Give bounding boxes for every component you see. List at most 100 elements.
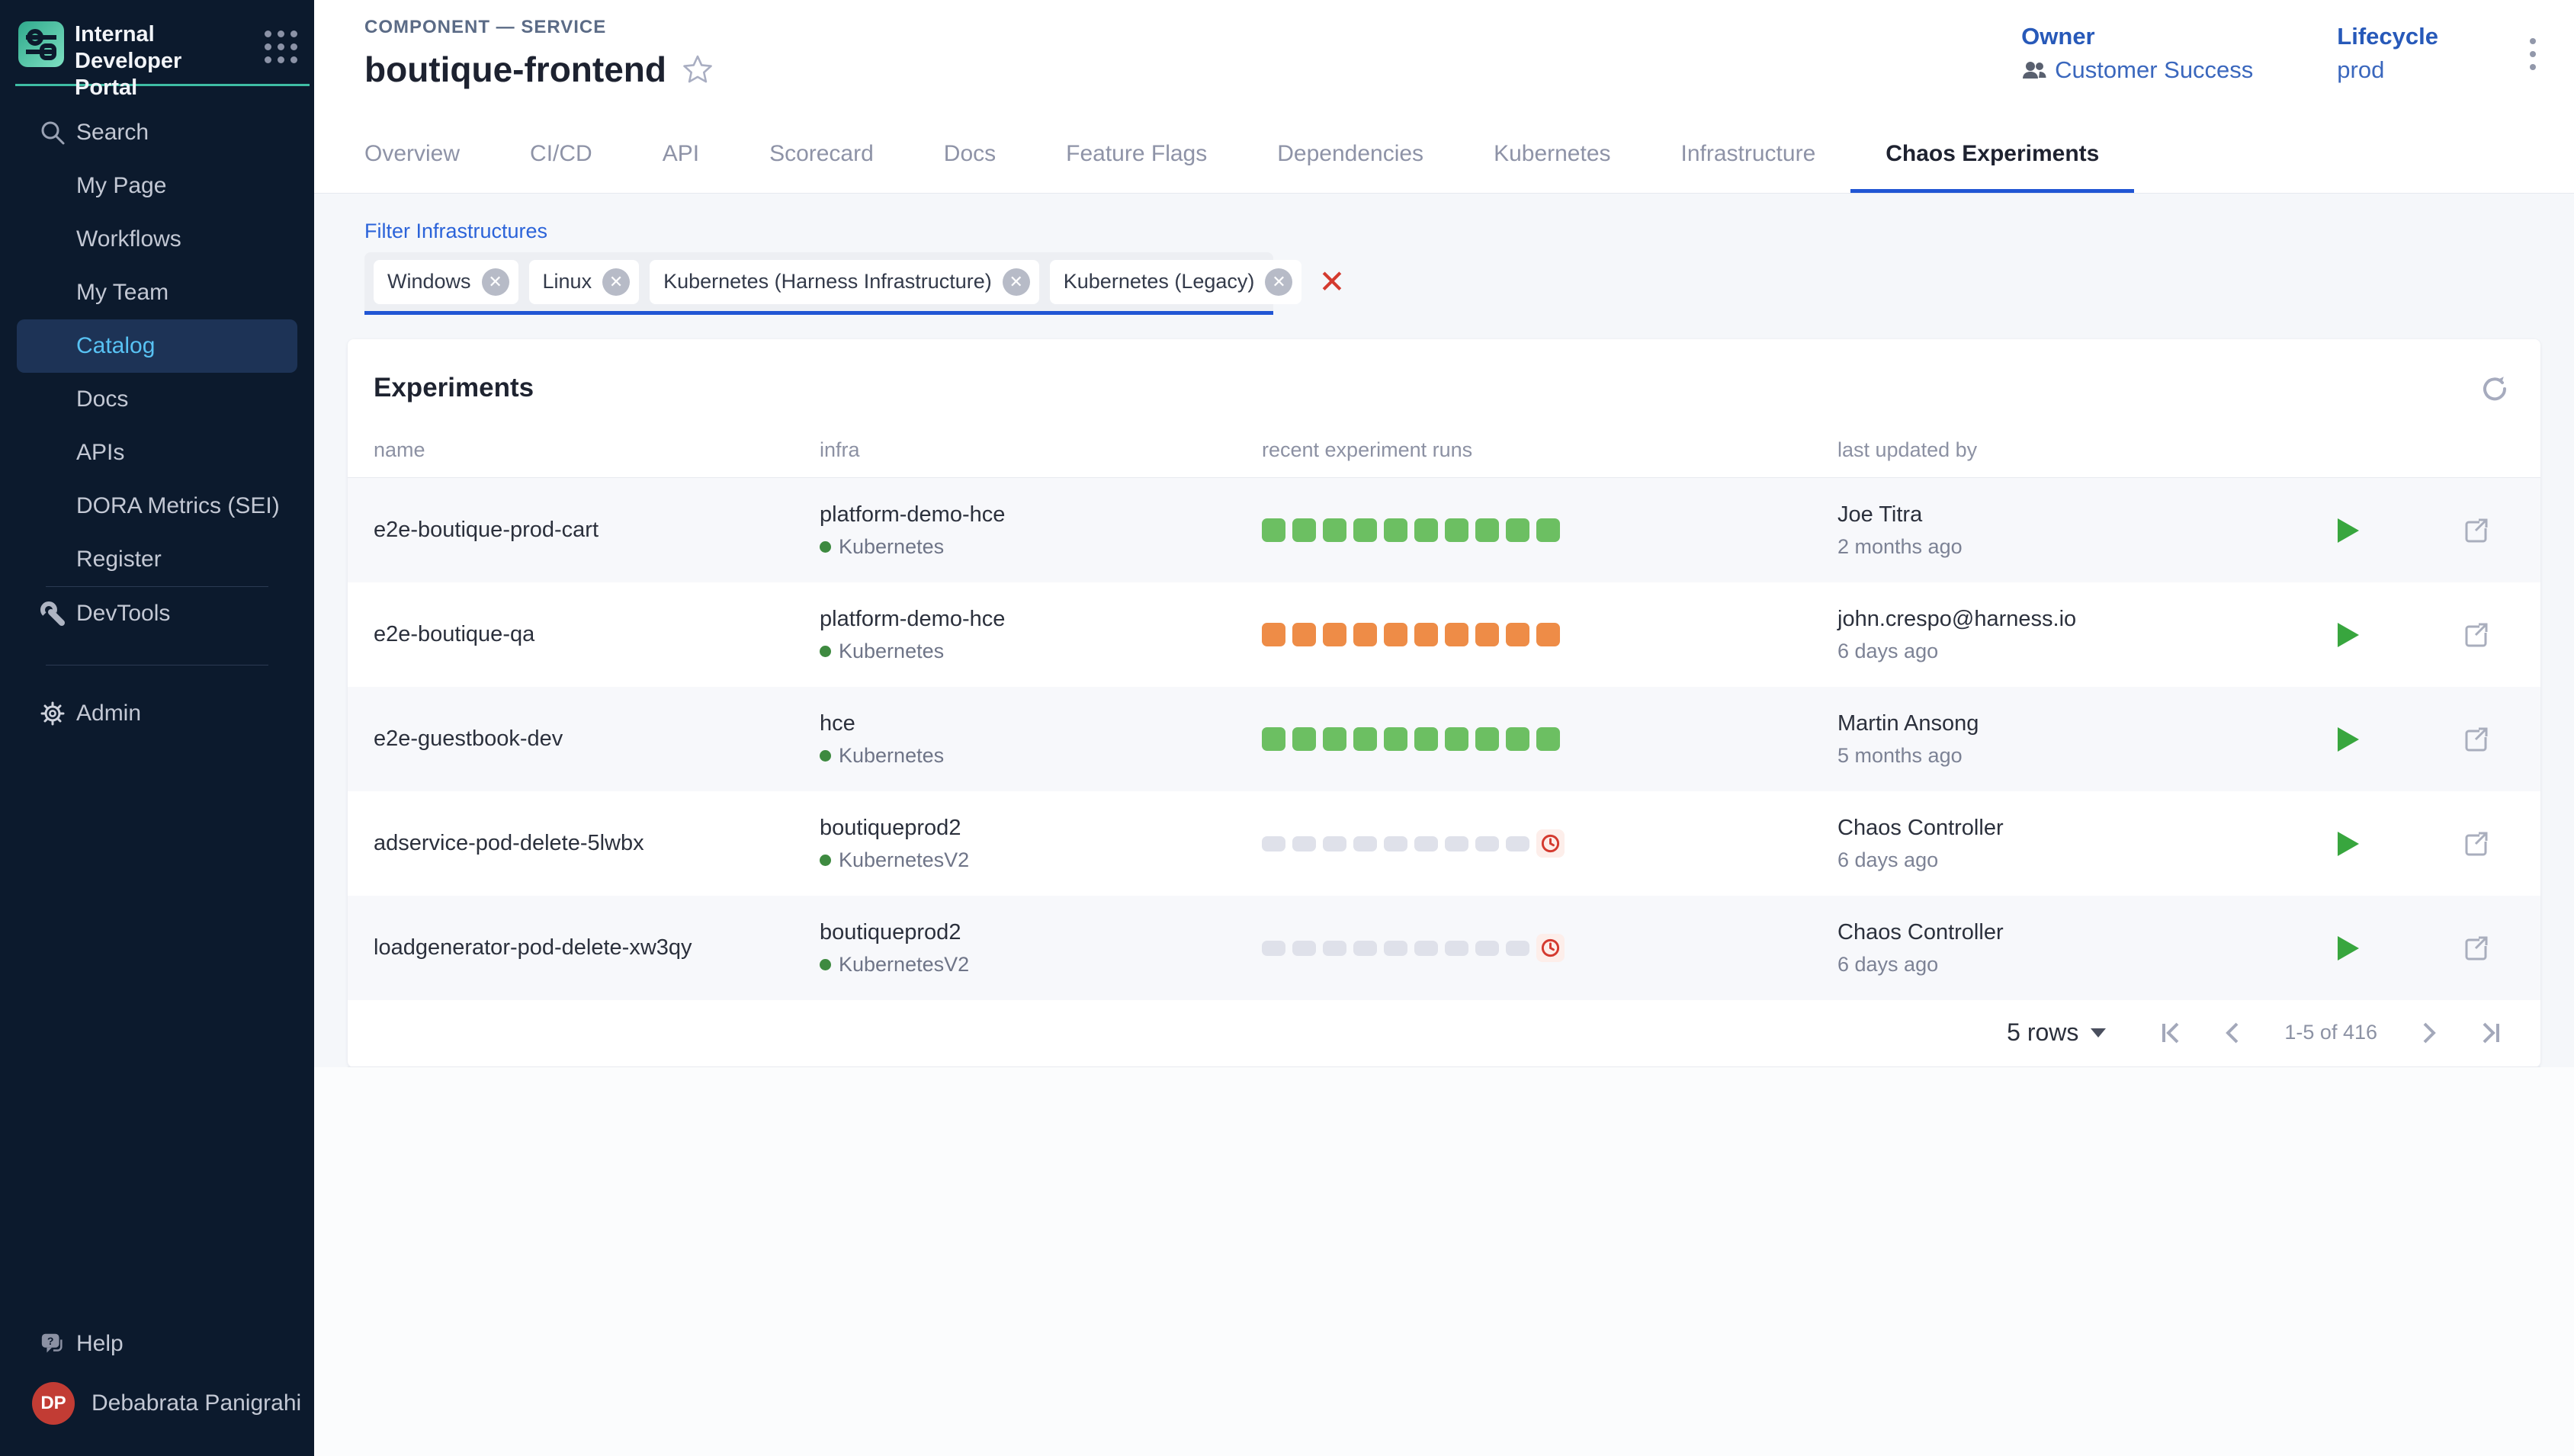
- chip-remove-icon[interactable]: ✕: [1265, 268, 1292, 296]
- sidebar-item-admin[interactable]: Admin: [0, 687, 314, 740]
- filter-chip[interactable]: Linux ✕: [529, 260, 640, 304]
- run-status-square[interactable]: [1475, 623, 1499, 646]
- run-status-square[interactable]: [1292, 727, 1316, 751]
- run-status-square[interactable]: [1292, 836, 1316, 851]
- table-row[interactable]: adservice-pod-delete-5lwbx boutiqueprod2…: [348, 791, 2540, 896]
- run-status-square[interactable]: [1262, 836, 1285, 851]
- table-row[interactable]: e2e-boutique-prod-cart platform-demo-hce…: [348, 478, 2540, 582]
- sidebar-item-catalog[interactable]: Catalog: [17, 319, 297, 373]
- run-status-square[interactable]: [1292, 518, 1316, 542]
- sidebar-item-register[interactable]: Register: [0, 533, 314, 586]
- run-status-square[interactable]: [1353, 941, 1377, 956]
- table-row[interactable]: loadgenerator-pod-delete-xw3qy boutiquep…: [348, 896, 2540, 1000]
- user-menu[interactable]: DP Debabrata Panigrahi: [0, 1371, 314, 1436]
- open-in-new-icon[interactable]: [2461, 829, 2490, 858]
- tab-docs[interactable]: Docs: [909, 114, 1031, 193]
- filter-chip[interactable]: Kubernetes (Harness Infrastructure) ✕: [650, 260, 1039, 304]
- run-status-square[interactable]: [1506, 623, 1529, 646]
- run-status-square[interactable]: [1475, 727, 1499, 751]
- run-status-square[interactable]: [1414, 836, 1438, 851]
- table-row[interactable]: e2e-boutique-qa platform-demo-hce Kubern…: [348, 582, 2540, 687]
- run-status-square[interactable]: [1323, 836, 1346, 851]
- run-status-square[interactable]: [1445, 727, 1468, 751]
- filter-infrastructures-label[interactable]: Filter Infrastructures: [364, 220, 2574, 243]
- next-page-button[interactable]: [2415, 1019, 2443, 1047]
- run-experiment-button[interactable]: [2336, 726, 2361, 753]
- run-status-square[interactable]: [1353, 518, 1377, 542]
- open-in-new-icon[interactable]: [2461, 516, 2490, 545]
- favorite-star-icon[interactable]: [682, 53, 714, 85]
- first-page-button[interactable]: [2158, 1019, 2185, 1047]
- run-status-square[interactable]: [1323, 941, 1346, 956]
- tab-overview[interactable]: Overview: [329, 114, 495, 193]
- run-status-square[interactable]: [1536, 727, 1560, 751]
- filter-chip[interactable]: Windows ✕: [374, 260, 518, 304]
- run-status-square[interactable]: [1262, 941, 1285, 956]
- run-status-square[interactable]: [1414, 623, 1438, 646]
- sidebar-item-docs[interactable]: Docs: [0, 373, 314, 426]
- filter-chip[interactable]: Kubernetes (Legacy) ✕: [1050, 260, 1302, 304]
- run-experiment-button[interactable]: [2336, 935, 2361, 962]
- run-status-square[interactable]: [1353, 727, 1377, 751]
- run-status-square[interactable]: [1262, 727, 1285, 751]
- sidebar-item-my-page[interactable]: My Page: [0, 159, 314, 213]
- sidebar-item-dora-metrics[interactable]: DORA Metrics (SEI): [0, 479, 314, 533]
- chip-remove-icon[interactable]: ✕: [602, 268, 630, 296]
- sidebar-item-search[interactable]: Search: [0, 106, 314, 159]
- last-page-button[interactable]: [2476, 1019, 2504, 1047]
- run-status-square[interactable]: [1323, 623, 1346, 646]
- sidebar-item-help[interactable]: ? Help: [0, 1317, 314, 1371]
- tab-dependencies[interactable]: Dependencies: [1242, 114, 1459, 193]
- run-status-square[interactable]: [1506, 727, 1529, 751]
- refresh-icon[interactable]: [2479, 373, 2510, 403]
- chip-remove-icon[interactable]: ✕: [482, 268, 509, 296]
- sidebar-item-workflows[interactable]: Workflows: [0, 213, 314, 266]
- filter-input[interactable]: Windows ✕ Linux ✕ Kubernetes (Harness In…: [364, 252, 1273, 315]
- sidebar-item-apis[interactable]: APIs: [0, 426, 314, 479]
- run-status-square[interactable]: [1353, 623, 1377, 646]
- run-experiment-button[interactable]: [2336, 830, 2361, 858]
- run-experiment-button[interactable]: [2336, 621, 2361, 649]
- tab-api[interactable]: API: [627, 114, 734, 193]
- run-status-square[interactable]: [1414, 941, 1438, 956]
- open-in-new-icon[interactable]: [2461, 621, 2490, 649]
- run-status-square[interactable]: [1445, 941, 1468, 956]
- run-status-square[interactable]: [1384, 518, 1407, 542]
- owner-link[interactable]: Customer Success: [2055, 56, 2253, 84]
- rows-per-page-select[interactable]: 5 rows: [2007, 1018, 2106, 1047]
- run-status-square[interactable]: [1262, 623, 1285, 646]
- run-status-square[interactable]: [1353, 836, 1377, 851]
- run-status-square[interactable]: [1475, 836, 1499, 851]
- run-status-square[interactable]: [1445, 836, 1468, 851]
- open-in-new-icon[interactable]: [2461, 725, 2490, 754]
- run-status-square[interactable]: [1536, 623, 1560, 646]
- run-status-square[interactable]: [1445, 623, 1468, 646]
- run-status-square[interactable]: [1384, 941, 1407, 956]
- run-status-square[interactable]: [1536, 518, 1560, 542]
- tab-feature-flags[interactable]: Feature Flags: [1031, 114, 1242, 193]
- tab-infrastructure[interactable]: Infrastructure: [1646, 114, 1851, 193]
- run-status-square[interactable]: [1292, 623, 1316, 646]
- chip-remove-icon[interactable]: ✕: [1003, 268, 1030, 296]
- tab-chaos-experiments[interactable]: Chaos Experiments: [1850, 114, 2134, 193]
- apps-grid-icon[interactable]: [265, 30, 297, 63]
- run-status-square[interactable]: [1384, 836, 1407, 851]
- tab-kubernetes[interactable]: Kubernetes: [1459, 114, 1645, 193]
- prev-page-button[interactable]: [2219, 1019, 2246, 1047]
- run-status-square[interactable]: [1384, 623, 1407, 646]
- run-status-square[interactable]: [1475, 941, 1499, 956]
- run-status-square[interactable]: [1414, 727, 1438, 751]
- run-status-square[interactable]: [1506, 518, 1529, 542]
- tab-scorecard[interactable]: Scorecard: [734, 114, 909, 193]
- table-row[interactable]: e2e-guestbook-dev hce Kubernetes Martin …: [348, 687, 2540, 791]
- sidebar-item-my-team[interactable]: My Team: [0, 266, 314, 319]
- run-pending-clock-icon[interactable]: [1536, 934, 1565, 962]
- run-status-square[interactable]: [1445, 518, 1468, 542]
- run-status-square[interactable]: [1506, 941, 1529, 956]
- run-pending-clock-icon[interactable]: [1536, 829, 1565, 858]
- kebab-menu-icon[interactable]: [2522, 27, 2544, 81]
- run-status-square[interactable]: [1475, 518, 1499, 542]
- run-status-square[interactable]: [1323, 518, 1346, 542]
- run-status-square[interactable]: [1506, 836, 1529, 851]
- run-status-square[interactable]: [1384, 727, 1407, 751]
